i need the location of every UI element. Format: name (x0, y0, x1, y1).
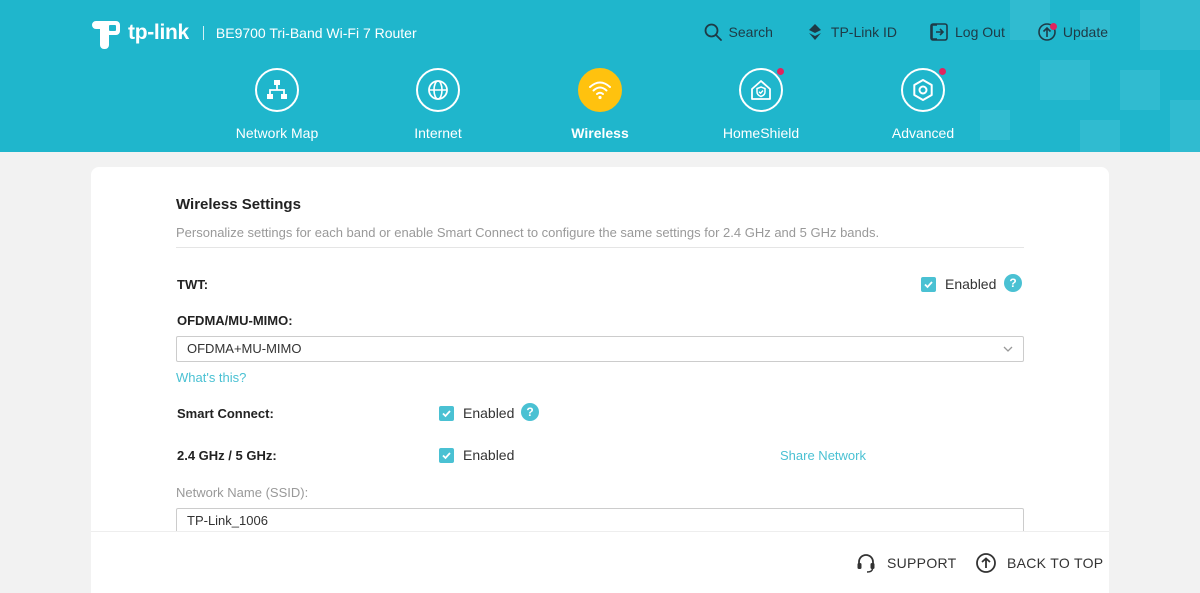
logout-icon (930, 23, 948, 41)
section-divider (176, 247, 1024, 248)
headset-icon (857, 554, 875, 573)
logout-button[interactable]: Log Out (929, 22, 1005, 42)
ssid-input[interactable]: TP-Link_1006 (176, 508, 1024, 533)
search-icon (704, 23, 722, 41)
tplink-id-label: TP-Link ID (830, 24, 898, 40)
twt-enabled-checkbox[interactable]: Enabled (921, 276, 996, 292)
logout-label: Log Out (955, 24, 1005, 40)
brand: tp-link BE9700 Tri-Band Wi-Fi 7 Router (90, 17, 417, 49)
tplink-id-icon (808, 24, 821, 40)
smart-connect-help-icon[interactable]: ? (521, 403, 539, 421)
section-title: Wireless Settings (176, 196, 301, 213)
tab-internet[interactable]: Internet (373, 68, 503, 141)
ofdma-select[interactable]: OFDMA+MU-MIMO (176, 336, 1024, 362)
checkbox-checked-icon (921, 276, 936, 292)
twt-label: TWT: (177, 277, 209, 292)
network-map-icon-circle (255, 68, 299, 112)
twt-help-icon[interactable]: ? (1004, 274, 1022, 292)
tab-network-map[interactable]: Network Map (212, 68, 342, 141)
tab-advanced-label: Advanced (891, 125, 955, 141)
advanced-icon-circle (901, 68, 946, 112)
back-to-top-button[interactable]: BACK TO TOP (975, 552, 1103, 574)
network-map-icon (267, 80, 287, 99)
checkbox-checked-icon (439, 447, 454, 463)
ofdma-selected-value: OFDMA+MU-MIMO (187, 341, 302, 356)
card-footer: SUPPORT BACK TO TOP (91, 531, 1109, 593)
whats-this-link[interactable]: What's this? (176, 370, 246, 385)
globe-icon (428, 80, 448, 100)
main-navigation: Network Map Internet Wireless HomeShield (0, 68, 1200, 148)
homeshield-icon (751, 80, 771, 100)
router-model: BE9700 Tri-Band Wi-Fi 7 Router (215, 25, 417, 41)
tab-internet-label: Internet (414, 125, 462, 141)
tab-wireless-label: Wireless (571, 125, 629, 141)
twt-enabled-label: Enabled (945, 276, 997, 292)
tab-advanced[interactable]: Advanced (858, 68, 988, 141)
tab-wireless[interactable]: Wireless (535, 68, 665, 141)
wifi-icon-circle (578, 68, 622, 112)
tplink-id-button[interactable]: TP-Link ID (805, 22, 897, 42)
update-button[interactable]: Update (1037, 22, 1108, 42)
header: tp-link BE9700 Tri-Band Wi-Fi 7 Router S… (0, 0, 1200, 152)
band-enabled-checkbox[interactable]: Enabled (439, 447, 514, 463)
tplink-logo-icon (92, 21, 120, 49)
update-label: Update (1062, 24, 1108, 40)
homeshield-notification-dot (777, 68, 784, 75)
advanced-gear-icon (913, 79, 933, 101)
support-label: SUPPORT (887, 555, 957, 571)
band-enabled-label: Enabled (463, 447, 515, 463)
band-label: 2.4 GHz / 5 GHz: (177, 448, 277, 463)
globe-icon-circle (416, 68, 460, 112)
smart-connect-checkbox[interactable]: Enabled (439, 405, 514, 421)
update-notification-dot (1049, 23, 1057, 30)
logo-text: tp-link (128, 21, 189, 44)
settings-card: Wireless Settings Personalize settings f… (91, 167, 1109, 593)
wifi-icon (589, 81, 611, 100)
smart-connect-enabled-label: Enabled (463, 405, 515, 421)
brand-separator (202, 26, 204, 40)
search-label: Search (728, 24, 773, 40)
advanced-notification-dot (939, 68, 946, 75)
top-navigation: Search TP-Link ID Log Out Update (671, 22, 1108, 42)
search-button[interactable]: Search (703, 22, 773, 42)
arrow-up-circle-icon (976, 553, 996, 573)
chevron-down-icon (1003, 346, 1013, 352)
tab-network-map-label: Network Map (235, 125, 319, 141)
share-network-link[interactable]: Share Network (780, 448, 866, 463)
smart-connect-label: Smart Connect: (177, 406, 274, 421)
section-description: Personalize settings for each band or en… (176, 225, 880, 240)
ofdma-label: OFDMA/MU-MIMO: (177, 313, 293, 328)
tab-homeshield-label: HomeShield (722, 125, 800, 141)
homeshield-icon-circle (739, 68, 784, 112)
tab-homeshield[interactable]: HomeShield (696, 68, 826, 141)
ssid-label: Network Name (SSID): (176, 485, 309, 500)
back-to-top-label: BACK TO TOP (1007, 555, 1104, 571)
support-button[interactable]: SUPPORT (855, 552, 957, 574)
checkbox-checked-icon (439, 405, 454, 421)
